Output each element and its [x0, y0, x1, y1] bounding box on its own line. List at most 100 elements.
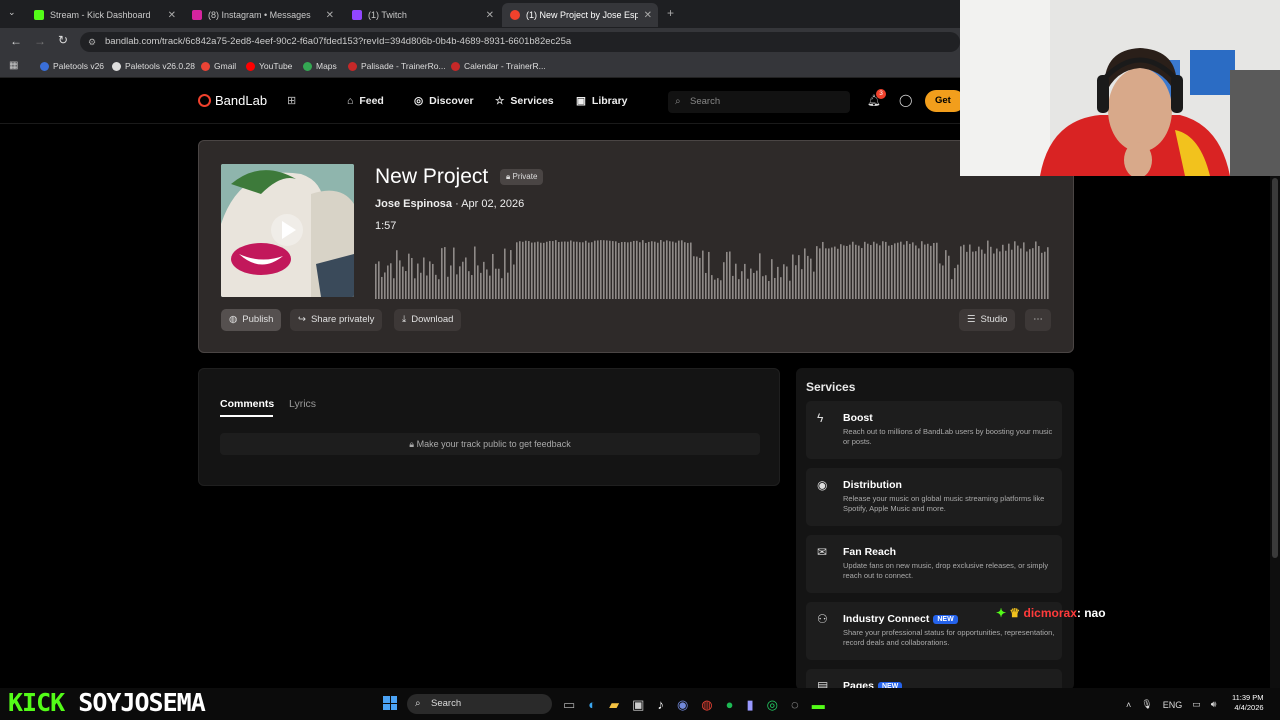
task-view-icon[interactable]: ▭ [563, 697, 575, 713]
network-icon[interactable]: ▭ [1192, 699, 1201, 710]
bookmark-item[interactable]: Calendar - TrainerR... [451, 61, 546, 71]
nav-discover[interactable]: ◎ Discover [414, 95, 474, 107]
waveform-bar [597, 240, 599, 299]
waveform-bar [990, 246, 992, 299]
explorer-icon[interactable]: ▰ [609, 697, 619, 713]
waveform-bar [864, 241, 866, 299]
waveform-bar [693, 256, 695, 299]
publish-button[interactable]: ◍ Publish [221, 309, 282, 331]
store-icon[interactable]: ▣ [632, 697, 644, 713]
chrome-icon[interactable]: ◍ [701, 697, 712, 713]
bookmark-label: Palisade - TrainerRo... [361, 61, 446, 71]
tab-list-icon[interactable]: ⌄ [8, 7, 16, 18]
studio-button[interactable]: ☰ Studio [959, 309, 1016, 331]
waveform-bar [969, 244, 971, 299]
url-field[interactable]: ⚙ bandlab.com/track/6c842a75-2ed8-4eef-9… [80, 32, 960, 52]
whatsapp-icon[interactable]: ◎ [767, 697, 778, 713]
bookmark-item[interactable]: Maps [303, 61, 337, 71]
bandlab-logo[interactable]: BandLab [198, 93, 267, 108]
service-distribution[interactable]: ◉ Distribution Release your music on glo… [806, 468, 1062, 526]
mic-icon[interactable]: 🎙︎ [1141, 699, 1152, 710]
artist-name[interactable]: Jose Espinosa [375, 198, 452, 210]
page-scrollbar[interactable] [1270, 176, 1280, 688]
tab-instagram[interactable]: (8) Instagram • Messages ✕ [184, 3, 340, 27]
reload-icon[interactable]: ↻ [58, 33, 68, 47]
bookmark-item[interactable]: Gmail [201, 61, 236, 71]
close-icon[interactable]: ✕ [644, 10, 652, 21]
more-button[interactable]: ⋯ [1025, 309, 1051, 331]
nav-services[interactable]: ☆ Services [495, 95, 554, 107]
search-input[interactable]: ⌕ Search [668, 91, 850, 113]
waveform-bar [774, 277, 776, 299]
active-tab-underline [220, 415, 273, 417]
service-desc: Share your professional status for oppor… [843, 628, 1055, 648]
volume-icon[interactable]: 🔊︎ [1211, 699, 1217, 710]
service-fan-reach[interactable]: ✉ Fan Reach Update fans on new music, dr… [806, 535, 1062, 593]
waveform-bar [495, 268, 497, 299]
service-pages[interactable]: ▤ Pages NEW [806, 669, 1062, 690]
spotify-icon[interactable]: ● [726, 697, 734, 713]
site-info-icon[interactable]: ⚙ [88, 32, 96, 52]
close-icon[interactable]: ✕ [168, 10, 176, 21]
premiere-icon[interactable]: ▮ [747, 697, 754, 713]
apps-grid-icon[interactable]: ▦ [9, 60, 18, 71]
close-icon[interactable]: ✕ [486, 10, 494, 21]
waveform-bar [459, 266, 461, 299]
waveform-bar [507, 272, 509, 299]
waveform[interactable] [375, 236, 1052, 299]
waveform-bar [954, 268, 956, 299]
bookmark-item[interactable]: Paletools v26.0.28 [112, 61, 195, 71]
publish-label: Publish [242, 314, 274, 325]
apps-icon[interactable]: ⊞ [287, 94, 296, 107]
waveform-bar [1008, 243, 1010, 299]
forward-icon[interactable]: → [34, 34, 46, 48]
waveform-bar [1038, 246, 1040, 299]
obs-icon[interactable]: ◌ [791, 697, 799, 713]
get-button[interactable]: Get [925, 90, 965, 112]
language-indicator[interactable]: ENG [1163, 700, 1183, 710]
tab-label: Stream - Kick Dashboard [50, 10, 151, 20]
bookmark-item[interactable]: YouTube [246, 61, 292, 71]
tab-kick[interactable]: Stream - Kick Dashboard ✕ [26, 3, 182, 27]
tab-twitch[interactable]: (1) Twitch ✕ [344, 3, 500, 27]
tab-label: (8) Instagram • Messages [208, 10, 311, 20]
share-label: Share privately [310, 314, 375, 325]
waveform-bar [1017, 245, 1019, 299]
nav-library[interactable]: ▣ Library [576, 95, 628, 107]
kick-app-icon[interactable]: ▬ [812, 697, 825, 713]
clock[interactable]: 11:39 PM 4/4/2026 [1232, 693, 1264, 713]
taskbar-search[interactable]: ⌕ Search [407, 694, 552, 714]
waveform-bar [918, 248, 920, 299]
waveform-bar [606, 240, 608, 299]
waveform-bar [783, 264, 785, 299]
messages-icon[interactable]: ◯ [899, 93, 912, 107]
close-icon[interactable]: ✕ [326, 10, 334, 21]
back-icon[interactable]: ← [10, 34, 22, 48]
waveform-bar [474, 246, 476, 299]
waveform-bar [981, 249, 983, 299]
bookmark-item[interactable]: Palisade - TrainerRo... [348, 61, 446, 71]
waveform-bar [393, 278, 395, 299]
bookmark-item[interactable]: Paletools v26 [40, 61, 104, 71]
download-button[interactable]: ⤓ Download [394, 309, 462, 331]
service-boost[interactable]: ϟ Boost Reach out to millions of BandLab… [806, 401, 1062, 459]
tab-lyrics[interactable]: Lyrics [289, 398, 316, 410]
tiktok-icon[interactable]: ♪ [657, 697, 664, 713]
tab-bandlab[interactable]: (1) New Project by Jose Espinos ✕ [502, 3, 658, 27]
new-tab-icon[interactable]: + [667, 6, 674, 20]
tab-comments[interactable]: Comments [220, 398, 274, 410]
chevron-up-icon[interactable]: ˄ [1126, 700, 1131, 710]
comments-panel: Comments Lyrics 🔒︎ Make your track publi… [198, 368, 780, 486]
discord-icon[interactable]: ◉ [677, 697, 688, 713]
waveform-bar [855, 244, 857, 299]
share-privately-button[interactable]: ↪ Share privately [290, 309, 383, 331]
windows-start-icon[interactable] [383, 696, 397, 710]
edge-icon[interactable]: ◐ [588, 697, 596, 713]
tab-label: (1) New Project by Jose Espinos [526, 10, 638, 20]
nav-feed[interactable]: ⌂ Feed [347, 95, 384, 107]
search-icon: ⌕ [675, 96, 681, 107]
cover-art[interactable] [221, 164, 354, 297]
scrollbar-thumb[interactable] [1272, 178, 1278, 558]
home-icon: ⌂ [347, 95, 354, 107]
waveform-bar [564, 241, 566, 299]
